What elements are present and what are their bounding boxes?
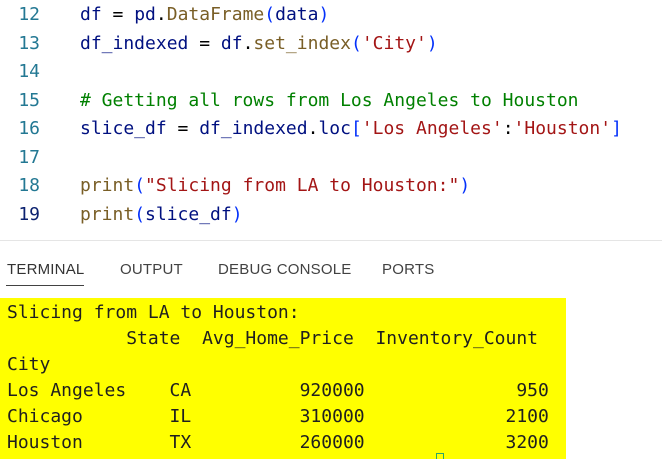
code-text: df_indexed = df.set_index('City') xyxy=(80,30,438,58)
code-line[interactable]: 12 df = pd.DataFrame(data) xyxy=(0,1,662,29)
line-number: 19 xyxy=(18,203,40,225)
code-token: df_indexed xyxy=(80,32,189,54)
code-token: slice_df xyxy=(145,203,232,225)
code-token: pd xyxy=(134,4,156,25)
code-token: ( xyxy=(134,175,146,196)
code-token: data xyxy=(275,4,319,25)
code-token: = xyxy=(188,32,221,54)
terminal-line: Los Angeles CA 920000 950 xyxy=(7,380,549,401)
line-number: 14 xyxy=(18,61,40,82)
code-token: ] xyxy=(611,118,622,139)
code-text: print(slice_df) xyxy=(80,201,243,229)
line-number: 18 xyxy=(18,175,40,196)
terminal-cursor xyxy=(436,453,444,459)
code-token: [ xyxy=(350,118,362,139)
code-editor[interactable]: 12 df = pd.DataFrame(data) 13 df_indexed = … xyxy=(0,0,662,238)
code-token: ) xyxy=(318,4,330,25)
active-tab-indicator xyxy=(6,285,84,286)
tab-debug-console[interactable]: DEBUG CONSOLE xyxy=(218,261,351,278)
code-token: ( xyxy=(264,4,276,25)
code-line[interactable]: 13 df_indexed = df.set_index('City') xyxy=(0,30,662,58)
code-text: slice_df = df_indexed.loc['Los Angeles':… xyxy=(80,115,622,143)
terminal-line: Slicing from LA to Houston: xyxy=(7,302,300,323)
code-token: : xyxy=(502,118,514,139)
code-token: = xyxy=(101,4,135,25)
code-line[interactable]: 15 # Getting all rows from Los Angeles to… xyxy=(0,87,662,115)
code-line[interactable]: 17 xyxy=(0,144,662,172)
code-token: ) xyxy=(231,203,243,225)
code-text: # Getting all rows from Los Angeles to H… xyxy=(80,87,579,115)
code-token: df xyxy=(220,32,243,54)
line-number: 15 xyxy=(18,89,40,111)
code-line[interactable]: 16 slice_df = df_indexed.loc['Los Angeles… xyxy=(0,115,662,143)
code-token: . xyxy=(307,118,319,139)
code-token: . xyxy=(242,32,254,54)
line-number: 17 xyxy=(18,146,40,168)
code-line[interactable]: 14 xyxy=(0,58,662,86)
code-token: loc xyxy=(318,118,351,139)
code-text: print("Slicing from LA to Houston:") xyxy=(80,172,470,200)
panel-tabs: TERMINAL OUTPUT DEBUG CONSOLE PORTS xyxy=(0,241,662,291)
bottom-panel: TERMINAL OUTPUT DEBUG CONSOLE PORTS Slic… xyxy=(0,240,662,459)
code-token: ) xyxy=(459,175,471,196)
terminal-line: City xyxy=(7,354,51,375)
tab-ports[interactable]: PORTS xyxy=(382,261,434,278)
code-token: DataFrame xyxy=(166,4,265,25)
code-token: = xyxy=(166,118,200,139)
code-token: . xyxy=(155,4,167,25)
code-token: 'Los Angeles' xyxy=(361,118,503,139)
code-token: 'Houston' xyxy=(513,118,612,139)
code-token: ) xyxy=(426,32,438,54)
code-token: df_indexed xyxy=(199,118,308,139)
line-number: 12 xyxy=(18,4,40,25)
code-line[interactable]: 19 print(slice_df) xyxy=(0,201,662,229)
code-token: ( xyxy=(350,32,362,54)
code-text: df = pd.DataFrame(data) xyxy=(80,1,329,29)
line-number: 13 xyxy=(18,32,40,54)
code-token: # Getting all rows from Los Angeles to H… xyxy=(80,89,579,111)
terminal-output[interactable]: Slicing from LA to Houston: State Avg_Ho… xyxy=(0,298,566,459)
tab-terminal[interactable]: TERMINAL xyxy=(7,261,84,278)
code-line[interactable]: 18 print("Slicing from LA to Houston:") xyxy=(0,172,662,200)
code-token: print xyxy=(80,175,135,196)
code-token: set_index xyxy=(253,32,351,54)
terminal-line: Chicago IL 310000 2100 xyxy=(7,406,549,427)
tab-output[interactable]: OUTPUT xyxy=(120,261,183,278)
terminal-line: State Avg_Home_Price Inventory_Count xyxy=(7,328,539,349)
code-token: df xyxy=(80,4,102,25)
code-token: 'City' xyxy=(361,32,427,54)
code-token: "Slicing from LA to Houston:" xyxy=(145,175,460,196)
code-token: slice_df xyxy=(80,118,167,139)
line-number: 16 xyxy=(18,118,40,139)
code-token: print xyxy=(80,203,135,225)
code-token: ( xyxy=(134,203,146,225)
terminal-line: Houston TX 260000 3200 xyxy=(7,432,549,453)
